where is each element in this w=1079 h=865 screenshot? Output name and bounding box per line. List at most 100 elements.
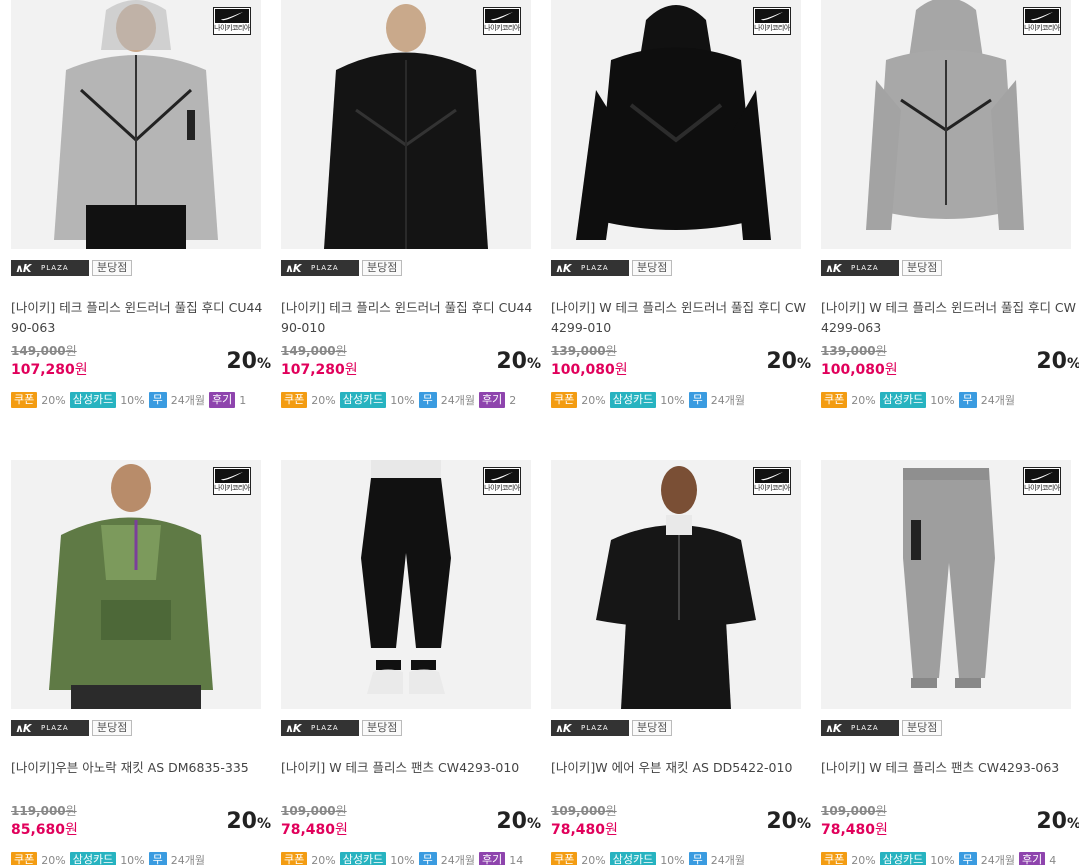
original-price: 119,000원 bbox=[11, 804, 77, 818]
store-row: ∧K PLAZA 분당점 bbox=[821, 720, 943, 736]
branch-badge: 분당점 bbox=[362, 260, 403, 276]
ak-mark-icon: ∧K bbox=[555, 261, 571, 275]
product-title[interactable]: [나이키]우븐 아노락 재킷 AS DM6835-335 bbox=[11, 758, 269, 778]
swoosh-icon bbox=[761, 12, 783, 21]
product-title[interactable]: [나이키] 테크 플리스 윈드러너 풀집 후디 CU4490-010 bbox=[281, 298, 539, 338]
installment-months: 24개월 bbox=[440, 394, 476, 407]
card-tag: 삼성카드 bbox=[879, 852, 927, 865]
ak-plaza-logo: ∧K PLAZA bbox=[11, 260, 89, 276]
card-tag: 삼성카드 bbox=[879, 392, 927, 408]
card-tag: 삼성카드 bbox=[69, 852, 117, 865]
ak-mark-icon: ∧K bbox=[285, 721, 301, 735]
product-title[interactable]: [나이키] W 테크 플리스 윈드러너 풀집 후디 CW4299-063 bbox=[821, 298, 1079, 338]
card-value: 10% bbox=[390, 853, 415, 865]
store-row: ∧K PLAZA 분당점 bbox=[281, 260, 403, 276]
badge-label: 나이키코리아 bbox=[214, 24, 250, 32]
installment-months: 24개월 bbox=[980, 394, 1016, 407]
card-tag: 삼성카드 bbox=[609, 852, 657, 865]
product-image[interactable]: 나이키코리아 bbox=[11, 460, 261, 709]
card-value: 10% bbox=[120, 853, 145, 865]
branch-badge: 분당점 bbox=[632, 720, 673, 736]
original-price: 109,000원 bbox=[821, 804, 887, 818]
coupon-tag: 쿠폰 bbox=[11, 852, 38, 865]
ak-plaza-logo: ∧K PLAZA bbox=[281, 260, 359, 276]
review-count: 4 bbox=[1049, 853, 1057, 865]
coupon-value: 20% bbox=[581, 853, 606, 865]
branch-badge: 분당점 bbox=[902, 260, 943, 276]
product-image[interactable]: 나이키코리아 bbox=[551, 0, 801, 249]
coupon-value: 20% bbox=[41, 853, 66, 865]
branch-badge: 분당점 bbox=[362, 720, 403, 736]
store-row: ∧K PLAZA 분당점 bbox=[551, 720, 673, 736]
sale-price: 78,480원 bbox=[281, 822, 348, 838]
product-title[interactable]: [나이키] W 테크 플리스 팬츠 CW4293-010 bbox=[281, 758, 539, 778]
coupon-tag: 쿠폰 bbox=[821, 852, 848, 865]
product-title[interactable]: [나이키]W 에어 우븐 재킷 AS DD5422-010 bbox=[551, 758, 809, 778]
store-logo-text: PLAZA bbox=[41, 264, 69, 272]
store-row: ∧K PLAZA 분당점 bbox=[821, 260, 943, 276]
badge-label: 나이키코리아 bbox=[754, 484, 790, 492]
coupon-tag: 쿠폰 bbox=[281, 392, 308, 408]
card-tag: 삼성카드 bbox=[339, 852, 387, 865]
product-photo bbox=[281, 0, 531, 249]
installment-months: 24개월 bbox=[170, 854, 206, 865]
card-value: 10% bbox=[930, 393, 955, 407]
product-title[interactable]: [나이키] W 테크 플리스 윈드러너 풀집 후디 CW4299-010 bbox=[551, 298, 809, 338]
coupon-tag: 쿠폰 bbox=[551, 852, 578, 865]
product-image[interactable]: 나이키코리아 bbox=[281, 460, 531, 709]
benefit-tags: 쿠폰 20% 삼성카드 10% 무 24개월 bbox=[551, 852, 757, 865]
store-row: ∧K PLAZA 분당점 bbox=[11, 720, 133, 736]
interest-free-tag: 무 bbox=[418, 852, 437, 865]
product-photo bbox=[11, 460, 261, 709]
product-image[interactable]: 나이키코리아 bbox=[11, 0, 261, 249]
review-tag: 후기 bbox=[479, 852, 506, 865]
original-price: 109,000원 bbox=[281, 804, 347, 818]
store-logo-text: PLAZA bbox=[311, 264, 339, 272]
product-photo bbox=[551, 460, 801, 709]
sale-price: 107,280원 bbox=[281, 362, 358, 378]
product-image[interactable]: 나이키코리아 bbox=[821, 0, 1071, 249]
discount-rate: 20% bbox=[226, 809, 271, 834]
benefit-tags: 쿠폰 20% 삼성카드 10% 무 24개월 후기 4 bbox=[821, 852, 1060, 865]
ak-plaza-logo: ∧K PLAZA bbox=[551, 720, 629, 736]
ak-plaza-logo: ∧K PLAZA bbox=[821, 260, 899, 276]
store-logo-text: PLAZA bbox=[41, 724, 69, 732]
badge-label: 나이키코리아 bbox=[754, 24, 790, 32]
coupon-value: 20% bbox=[851, 393, 876, 407]
nike-korea-badge: 나이키코리아 bbox=[1023, 467, 1061, 495]
original-price: 149,000원 bbox=[281, 344, 347, 358]
branch-badge: 분당점 bbox=[902, 720, 943, 736]
review-tag: 후기 bbox=[1019, 852, 1046, 865]
nike-korea-badge: 나이키코리아 bbox=[213, 467, 251, 495]
branch-badge: 분당점 bbox=[92, 720, 133, 736]
card-tag: 삼성카드 bbox=[609, 392, 657, 408]
review-count: 14 bbox=[509, 853, 524, 865]
original-price: 139,000원 bbox=[821, 344, 887, 358]
product-image[interactable]: 나이키코리아 bbox=[821, 460, 1071, 709]
ak-mark-icon: ∧K bbox=[285, 261, 301, 275]
coupon-tag: 쿠폰 bbox=[821, 392, 848, 408]
sale-price: 100,080원 bbox=[551, 362, 628, 378]
sale-price: 107,280원 bbox=[11, 362, 88, 378]
badge-label: 나이키코리아 bbox=[1024, 484, 1060, 492]
card-tag: 삼성카드 bbox=[339, 392, 387, 408]
review-count: 2 bbox=[509, 393, 517, 407]
installment-months: 24개월 bbox=[170, 394, 206, 407]
product-title[interactable]: [나이키] 테크 플리스 윈드러너 풀집 후디 CU4490-063 bbox=[11, 298, 269, 338]
ak-plaza-logo: ∧K PLAZA bbox=[11, 720, 89, 736]
nike-korea-badge: 나이키코리아 bbox=[753, 7, 791, 35]
discount-rate: 20% bbox=[496, 809, 541, 834]
product-image[interactable]: 나이키코리아 bbox=[551, 460, 801, 709]
interest-free-tag: 무 bbox=[418, 392, 437, 408]
nike-korea-badge: 나이키코리아 bbox=[1023, 7, 1061, 35]
sale-price: 85,680원 bbox=[11, 822, 78, 838]
store-logo-text: PLAZA bbox=[581, 724, 609, 732]
product-photo bbox=[821, 460, 1071, 709]
product-title[interactable]: [나이키] W 테크 플리스 팬츠 CW4293-063 bbox=[821, 758, 1079, 778]
benefit-tags: 쿠폰 20% 삼성카드 10% 무 24개월 후기 2 bbox=[281, 392, 520, 408]
discount-rate: 20% bbox=[1036, 349, 1079, 374]
product-image[interactable]: 나이키코리아 bbox=[281, 0, 531, 249]
interest-free-tag: 무 bbox=[148, 392, 167, 408]
store-logo-text: PLAZA bbox=[581, 264, 609, 272]
original-price: 139,000원 bbox=[551, 344, 617, 358]
